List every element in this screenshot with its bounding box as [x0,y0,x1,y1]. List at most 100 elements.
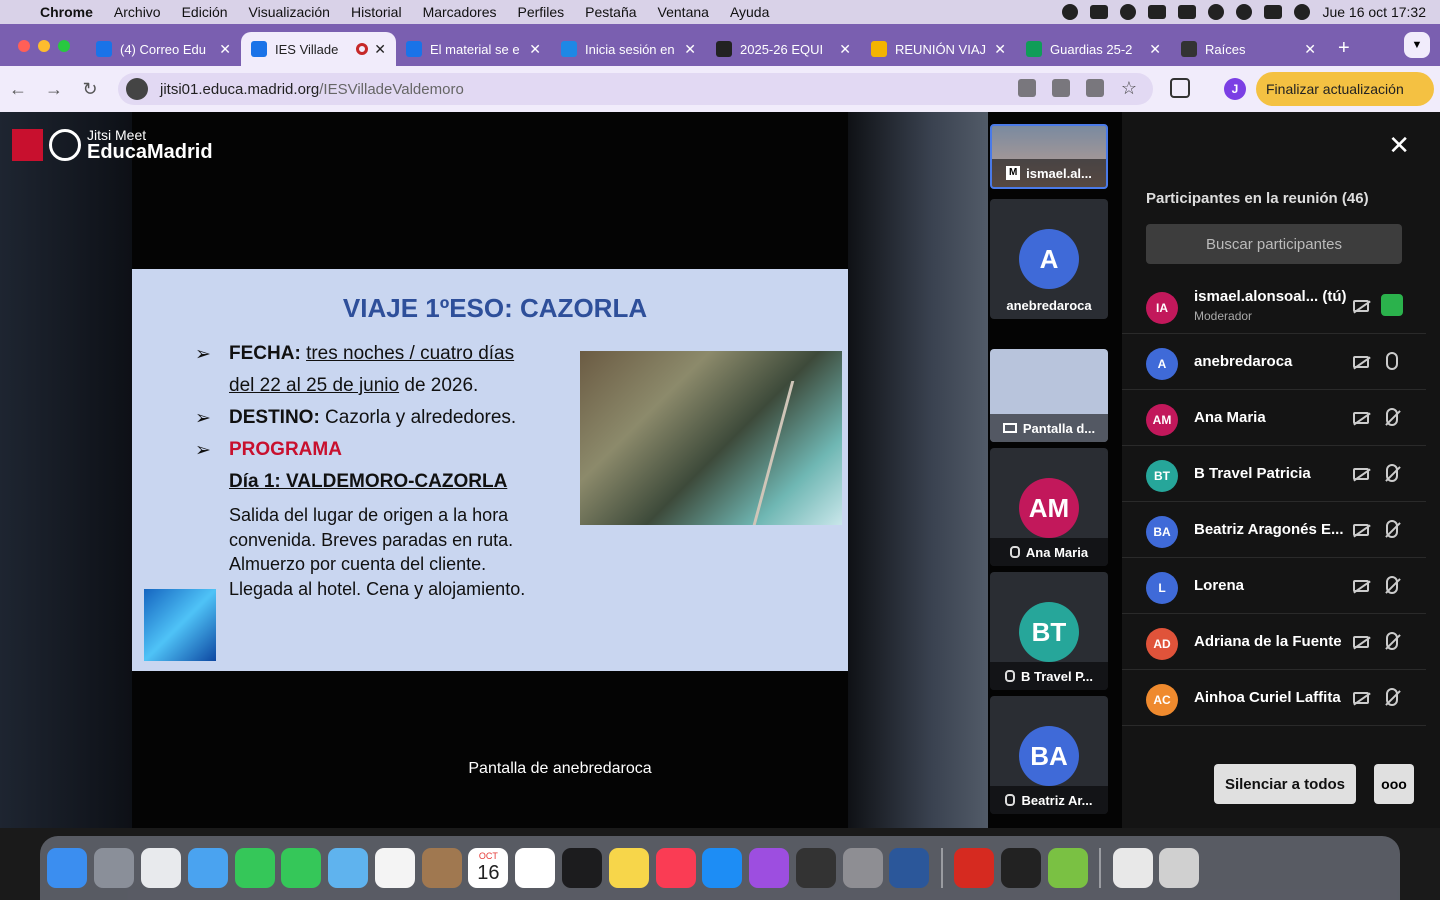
camera-off-icon[interactable] [1353,300,1369,312]
camera-off-icon[interactable] [1353,356,1369,368]
bookmark-star-icon[interactable]: ☆ [1120,79,1138,97]
mail-icon[interactable] [187,848,228,888]
participant-row[interactable]: BT B Travel Patricia [1122,446,1426,502]
mic-icon[interactable] [1381,294,1403,316]
forward-icon[interactable]: → [36,79,72,100]
minimize-window-button[interactable] [38,40,50,52]
address-bar[interactable]: jitsi01.educa.madrid.org/IESVilladeValde… [118,73,1153,105]
browser-tab[interactable]: El material se e ✕ [396,32,551,66]
tab-search-chevron-icon[interactable]: ▼ [1404,32,1430,58]
spotlight-icon[interactable] [1236,4,1253,20]
zoom-window-button[interactable] [58,40,70,52]
finder-icon[interactable] [47,848,88,888]
mic-muted-icon[interactable] [1386,632,1398,650]
music-icon[interactable] [655,848,696,888]
menu-marcadores[interactable]: Marcadores [423,4,497,20]
menu-ventana[interactable]: Ventana [658,4,709,20]
keyboard-icon[interactable] [1148,5,1167,19]
menu-ayuda[interactable]: Ayuda [730,4,769,20]
educamadrid-logo[interactable]: Jitsi Meet EducaMadrid [12,128,213,162]
browser-tab[interactable]: 2025-26 EQUI ✕ [706,32,861,66]
mic-muted-icon[interactable] [1386,520,1398,538]
update-button[interactable]: Finalizar actualización [1256,72,1434,106]
menu-visualizacion[interactable]: Visualización [249,4,330,20]
translate-icon[interactable] [1086,79,1104,97]
trash-icon[interactable] [1159,848,1200,888]
menu-perfiles[interactable]: Perfiles [517,4,564,20]
camera-off-icon[interactable] [1353,412,1369,424]
close-window-button[interactable] [18,40,30,52]
close-tab-icon[interactable]: ✕ [994,41,1006,58]
install-app-icon[interactable] [1052,79,1070,97]
mute-all-button[interactable]: Silenciar a todos [1214,764,1356,804]
filmstrip-tile-anebredaroca[interactable]: A anebredaroca [990,199,1108,319]
file-icon[interactable] [1112,848,1153,888]
browser-tab[interactable]: Inicia sesión en ✕ [551,32,706,66]
camera-off-icon[interactable] [1353,524,1369,536]
podcasts-icon[interactable] [749,848,790,888]
participant-row[interactable]: AC Ainhoa Curiel Laffita [1122,670,1426,726]
terminal-icon[interactable] [1001,848,1042,888]
browser-tab[interactable]: REUNIÓN VIAJ ✕ [861,32,1016,66]
close-icon[interactable]: ✕ [1388,130,1410,161]
camera-off-icon[interactable] [1353,692,1369,704]
camera-off-icon[interactable] [1353,580,1369,592]
browser-tab[interactable]: (4) Correo Edu ✕ [86,32,241,66]
menu-historial[interactable]: Historial [351,4,402,20]
filmstrip-tile-beatriz[interactable]: BA Beatriz Ar... [990,696,1108,814]
vpn-icon[interactable] [1120,4,1137,20]
menu-edicion[interactable]: Edición [182,4,228,20]
menu-archivo[interactable]: Archivo [114,4,161,20]
participant-row[interactable]: BA Beatriz Aragonés E... [1122,502,1426,558]
mic-muted-icon[interactable] [1386,576,1398,594]
menu-app[interactable]: Chrome [40,4,93,20]
mic-muted-icon[interactable] [1386,408,1398,426]
notes-icon[interactable] [608,848,649,888]
add-icon[interactable] [1047,848,1088,888]
menubar-datetime[interactable]: Jue 16 oct 17:32 [1322,4,1426,20]
new-tab-button[interactable]: + [1326,37,1362,66]
filmstrip-tile-screen[interactable]: Pantalla d... [990,349,1108,442]
reload-icon[interactable]: ↻ [72,79,108,100]
close-tab-icon[interactable]: ✕ [684,41,696,58]
mic-muted-icon[interactable] [1386,688,1398,706]
participant-row[interactable]: L Lorena [1122,558,1426,614]
wifi-icon[interactable] [1208,4,1225,20]
close-tab-icon[interactable]: ✕ [219,41,231,58]
chrome-icon[interactable] [140,848,181,888]
maps-icon[interactable] [328,848,369,888]
close-tab-icon[interactable]: ✕ [529,41,541,58]
battery-icon[interactable] [1178,5,1197,19]
mic-icon[interactable] [1386,352,1398,370]
search-participants-input[interactable] [1146,224,1402,264]
siri-icon[interactable] [1294,4,1311,20]
dropbox-icon[interactable] [1090,5,1109,19]
contacts-icon[interactable] [421,848,462,888]
reminders-icon[interactable] [515,848,556,888]
settings-icon[interactable] [842,848,883,888]
filmstrip-tile-ismael[interactable]: Mismael.al... [990,124,1108,189]
back-icon[interactable]: ← [0,79,36,100]
record-status-icon[interactable] [1062,4,1079,20]
browser-tab[interactable]: Guardias 25-2 ✕ [1016,32,1171,66]
mic-muted-icon[interactable] [1386,464,1398,482]
camera-off-icon[interactable] [1353,636,1369,648]
scrivener-icon[interactable] [795,848,836,888]
close-tab-icon[interactable]: ✕ [1304,41,1316,58]
facetime-icon[interactable] [234,848,275,888]
participant-row[interactable]: AM Ana Maria [1122,390,1426,446]
profile-avatar[interactable]: J [1224,78,1246,100]
photos-icon[interactable] [374,848,415,888]
calendar-icon[interactable]: OCT 16 [468,848,509,888]
word-icon[interactable] [889,848,930,888]
close-tab-icon[interactable]: ✕ [374,41,386,58]
filmstrip-tile-anamaria[interactable]: AM Ana Maria [990,448,1108,566]
appstore-icon[interactable] [702,848,743,888]
menu-pestana[interactable]: Pestaña [585,4,636,20]
camera-off-icon[interactable] [1353,468,1369,480]
launchpad-icon[interactable] [94,848,135,888]
control-center-icon[interactable] [1264,5,1283,19]
close-tab-icon[interactable]: ✕ [839,41,851,58]
messages-icon[interactable] [281,848,322,888]
password-key-icon[interactable] [1018,79,1036,97]
